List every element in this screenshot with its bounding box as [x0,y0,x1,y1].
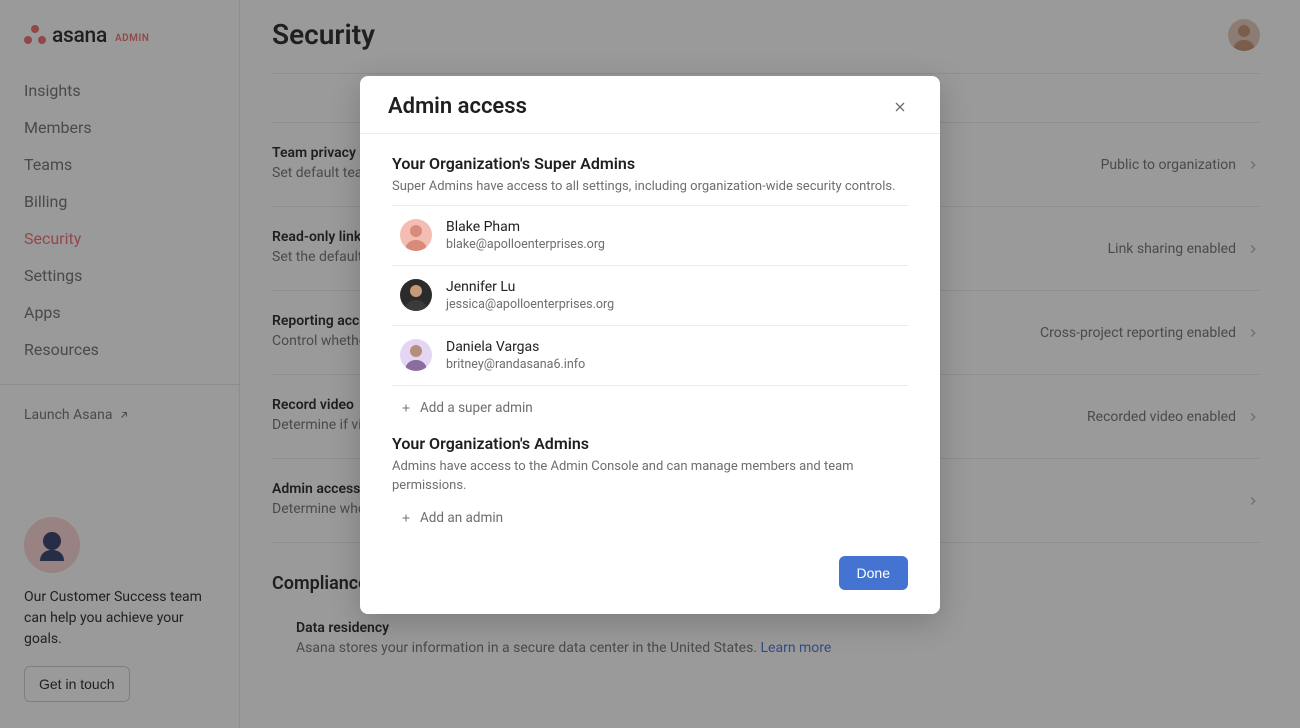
add-super-admin-label: Add a super admin [420,400,533,416]
modal-title: Admin access [388,94,527,119]
add-super-admin-button[interactable]: Add a super admin [392,386,908,434]
admins-desc: Admins have access to the Admin Console … [392,457,908,496]
super-admins-desc: Super Admins have access to all settings… [392,177,908,197]
add-admin-button[interactable]: Add an admin [392,504,908,544]
modal-overlay[interactable]: Admin access Your Organization's Super A… [0,0,1300,728]
super-admins-heading: Your Organization's Super Admins [392,154,908,173]
done-button[interactable]: Done [839,556,908,590]
admin-name: Jennifer Lu [446,279,614,295]
close-button[interactable] [888,95,912,119]
admin-row: Blake Pham blake@apolloenterprises.org [392,206,908,266]
close-icon [892,99,908,115]
admin-row: Jennifer Lu jessica@apolloenterprises.or… [392,266,908,326]
admin-email: britney@randasana6.info [446,357,585,372]
avatar [400,339,432,371]
plus-icon [400,402,412,414]
admin-row: Daniela Vargas britney@randasana6.info [392,326,908,386]
admin-email: blake@apolloenterprises.org [446,237,605,252]
plus-icon [400,512,412,524]
super-admins-list: Blake Pham blake@apolloenterprises.org J… [392,205,908,386]
add-admin-label: Add an admin [420,510,503,526]
admin-access-modal: Admin access Your Organization's Super A… [360,76,940,614]
admin-email: jessica@apolloenterprises.org [446,297,614,312]
admin-name: Daniela Vargas [446,339,585,355]
admins-heading: Your Organization's Admins [392,434,908,453]
admin-name: Blake Pham [446,219,605,235]
avatar [400,219,432,251]
avatar [400,279,432,311]
